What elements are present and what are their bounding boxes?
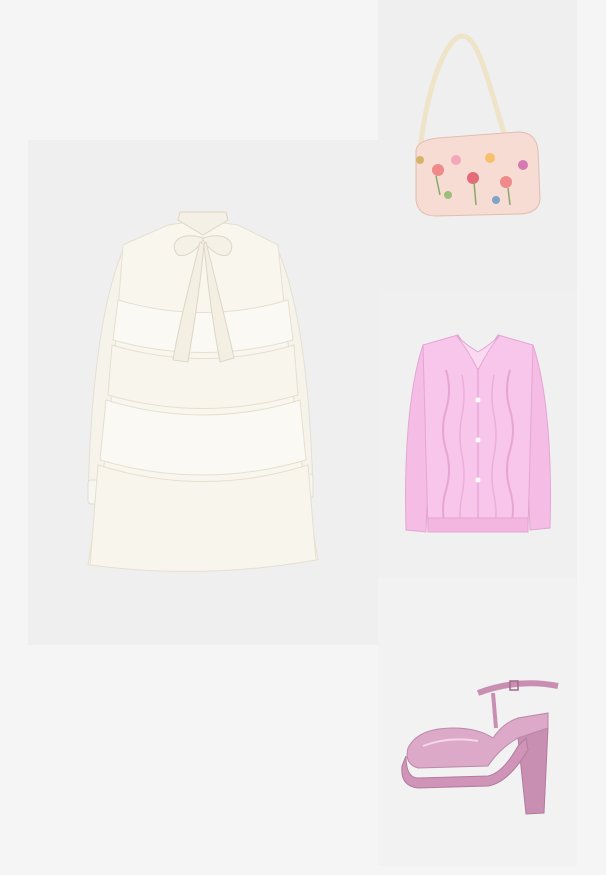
dress-image-tile[interactable] <box>28 140 378 645</box>
cardigan-image-tile[interactable] <box>378 290 577 578</box>
shoe-image-tile[interactable] <box>378 578 577 866</box>
cardigan-image <box>378 290 577 578</box>
shoe-image <box>378 578 577 866</box>
shoulder-bag-image <box>378 0 577 290</box>
dress-image <box>28 140 378 645</box>
outfit-collage: { "collage": { "background_color": "#f5f… <box>0 0 606 875</box>
bag-image-tile[interactable] <box>378 0 577 290</box>
